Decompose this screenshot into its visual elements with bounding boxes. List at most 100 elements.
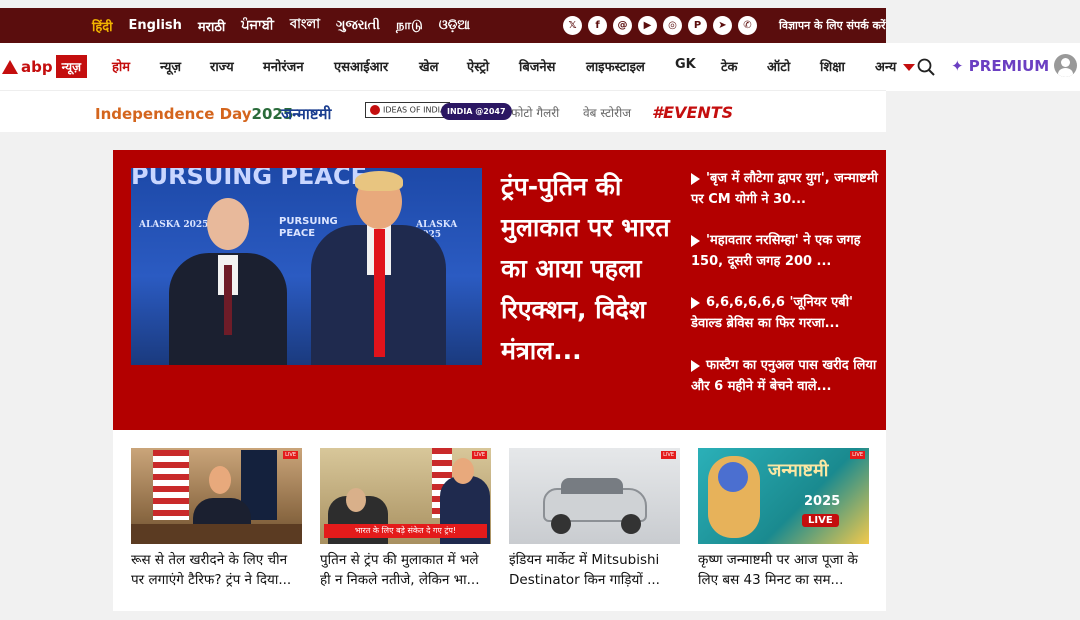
- lang-tamil[interactable]: நாடு: [396, 18, 423, 34]
- nav-education[interactable]: शिक्षा: [820, 57, 845, 75]
- live-badge: LIVE: [472, 451, 487, 459]
- independence-day-link[interactable]: Independence Day2025: [95, 105, 293, 123]
- x-icon[interactable]: 𝕏: [563, 16, 582, 35]
- photo-gallery-link[interactable]: फोटो गैलरी: [511, 104, 559, 121]
- news-card[interactable]: जन्माष्टमी 2025 LIVE LIVE कृष्ण जन्माष्ट…: [698, 448, 869, 590]
- live-badge: LIVE: [661, 451, 676, 459]
- hero-headline[interactable]: ट्रंप-पुतिन की मुलाकात पर भारत का आया पह…: [501, 166, 681, 371]
- hero-image[interactable]: PURSUING PEACE ALASKA 2025 ALASKA 2025 P…: [131, 168, 482, 365]
- premium-button[interactable]: ✦ PREMIUM: [951, 57, 1049, 75]
- card-headline[interactable]: इंडियन मार्केट में Mitsubishi Destinator…: [509, 550, 680, 590]
- person-right-hair: [355, 171, 403, 191]
- overlay-live: LIVE: [802, 514, 839, 527]
- advertise-link[interactable]: विज्ञापन के लिए संपर्क करें: [779, 18, 885, 33]
- live-badge: LIVE: [283, 451, 298, 459]
- desk: [131, 524, 302, 544]
- flag-left: [153, 450, 189, 520]
- nav-sir[interactable]: एसआईआर: [334, 57, 388, 75]
- language-switcher: हिंदी English मराठी ਪੰਜਾਬੀ বাংলা ગુજરાતી…: [0, 15, 486, 36]
- search-icon[interactable]: [917, 58, 935, 76]
- tie-right: [374, 229, 385, 357]
- side-item[interactable]: 'बृज में लौटेगा द्वापर युग', जन्माष्टमी …: [691, 168, 881, 210]
- live-badge: LIVE: [850, 451, 865, 459]
- nav-gk[interactable]: GK: [675, 57, 696, 72]
- nav-states[interactable]: राज्य: [210, 57, 234, 75]
- top-bar: हिंदी English मराठी ਪੰਜਾਬੀ বাংলা ગુજરાતી…: [0, 8, 886, 43]
- hero-section: PURSUING PEACE ALASKA 2025 ALASKA 2025 P…: [113, 150, 886, 430]
- card-thumbnail[interactable]: LIVE: [509, 448, 680, 544]
- side-item[interactable]: फास्टैग का एनुअल पास खरीद लिया और 6 महीन…: [691, 355, 881, 397]
- nav-home[interactable]: होम: [112, 57, 130, 75]
- telegram-icon[interactable]: ➤: [713, 16, 732, 35]
- overlay-year: 2025: [804, 494, 841, 509]
- news-cards: LIVE रूस से तेल खरीदने के लिए चीन पर लगा…: [113, 430, 886, 611]
- arrow-right-icon: [691, 296, 700, 309]
- nav-auto[interactable]: ऑटो: [767, 57, 790, 75]
- card-headline[interactable]: रूस से तेल खरीदने के लिए चीन पर लगाएंगे …: [131, 550, 302, 590]
- nav-tech[interactable]: टेक: [721, 57, 738, 75]
- nav-business[interactable]: बिजनेस: [519, 57, 555, 75]
- card-thumbnail[interactable]: जन्माष्टमी 2025 LIVE LIVE: [698, 448, 869, 544]
- arrow-right-icon: [691, 234, 700, 247]
- threads-icon[interactable]: @: [613, 16, 632, 35]
- social-links: 𝕏 f @ ▶ ◎ P ➤ ✆: [563, 16, 757, 35]
- lang-marathi[interactable]: मराठी: [198, 17, 225, 35]
- nav-news[interactable]: न्यूज़: [160, 57, 181, 75]
- lang-gujarati[interactable]: ગુજરાતી: [336, 18, 380, 33]
- card-thumbnail[interactable]: भारत के लिए बड़े संकेत दे गए ट्रंप! LIVE: [320, 448, 491, 544]
- car-wheel-front: [551, 514, 571, 534]
- logo-mark-icon: [2, 59, 18, 74]
- instagram-icon[interactable]: ◎: [663, 16, 682, 35]
- sub-nav: Independence Day2025 जन्माष्टमी IDEAS OF…: [0, 91, 886, 132]
- side-item-text: 'बृज में लौटेगा द्वापर युग', जन्माष्टमी …: [691, 171, 878, 207]
- person-left-head: [207, 198, 249, 250]
- car-wheel-rear: [621, 514, 641, 534]
- hero-image-banner-text: PURSUING PEACE: [131, 168, 367, 190]
- thumb-caption: भारत के लिए बड़े संकेत दे गए ट्रंप!: [324, 524, 487, 538]
- abp-logo[interactable]: abp न्यूज़: [2, 55, 88, 78]
- chevron-down-icon[interactable]: [903, 64, 915, 71]
- lang-english[interactable]: English: [129, 18, 182, 33]
- news-card[interactable]: LIVE इंडियन मार्केट में Mitsubishi Desti…: [509, 448, 680, 590]
- pinterest-icon[interactable]: P: [688, 16, 707, 35]
- lang-bangla[interactable]: বাংলা: [290, 15, 320, 36]
- ideas-logo-icon: [370, 105, 380, 115]
- facebook-icon[interactable]: f: [588, 16, 607, 35]
- news-card[interactable]: भारत के लिए बड़े संकेत दे गए ट्रंप! LIVE…: [320, 448, 491, 590]
- card-thumbnail[interactable]: LIVE: [131, 448, 302, 544]
- lang-hindi[interactable]: हिंदी: [92, 17, 113, 35]
- whatsapp-icon[interactable]: ✆: [738, 16, 757, 35]
- main-nav: abp न्यूज़ होम न्यूज़ राज्य मनोरंजन एसआई…: [0, 43, 1080, 91]
- nav-more[interactable]: अन्य: [875, 57, 896, 75]
- lang-odia[interactable]: ଓଡ଼ିଆ: [439, 18, 470, 33]
- events-link[interactable]: #EVENTS: [652, 103, 733, 122]
- car-roof: [561, 478, 623, 494]
- side-item-text: फास्टैग का एनुअल पास खरीद लिया और 6 महीन…: [691, 358, 877, 394]
- hero-image-left-text: ALASKA 2025: [139, 220, 209, 230]
- hero-image-center-text: PURSUING PEACE: [279, 216, 338, 239]
- india-2047-link[interactable]: INDIA @2047: [441, 103, 512, 120]
- nav-astro[interactable]: ऐस्ट्रो: [467, 57, 489, 75]
- person-left-head: [346, 488, 366, 512]
- side-item[interactable]: 6,6,6,6,6,6 'जूनियर एबी' डेवाल्ड ब्रेविस…: [691, 292, 881, 334]
- arrow-right-icon: [691, 359, 700, 372]
- nav-entertainment[interactable]: मनोरंजन: [263, 57, 304, 75]
- krishna-head: [718, 462, 748, 492]
- nav-sports[interactable]: खेल: [419, 57, 438, 75]
- side-item[interactable]: 'महावतार नरसिम्हा' ने एक जगह 150, दूसरी …: [691, 230, 881, 272]
- independence-label: Independence Day: [95, 105, 252, 123]
- tie-left: [224, 265, 232, 335]
- web-stories-link[interactable]: वेब स्टोरीज: [583, 104, 631, 121]
- nav-lifestyle[interactable]: लाइफस्टाइल: [586, 57, 645, 75]
- ideas-of-india-link[interactable]: IDEAS OF INDIA: [365, 102, 451, 118]
- janmashtami-link[interactable]: जन्माष्टमी: [281, 104, 331, 124]
- lang-punjabi[interactable]: ਪੰਜਾਬੀ: [241, 18, 274, 33]
- logo-news: न्यूज़: [55, 55, 88, 78]
- arrow-right-icon: [691, 172, 700, 185]
- logo-brand: abp: [21, 57, 53, 76]
- news-card[interactable]: LIVE रूस से तेल खरीदने के लिए चीन पर लगा…: [131, 448, 302, 590]
- user-avatar-icon[interactable]: [1054, 54, 1077, 77]
- card-headline[interactable]: कृष्ण जन्माष्टमी पर आज पूजा के लिए बस 43…: [698, 550, 869, 590]
- card-headline[interactable]: पुतिन से ट्रंप की मुलाकात में भले ही न न…: [320, 550, 491, 590]
- youtube-icon[interactable]: ▶: [638, 16, 657, 35]
